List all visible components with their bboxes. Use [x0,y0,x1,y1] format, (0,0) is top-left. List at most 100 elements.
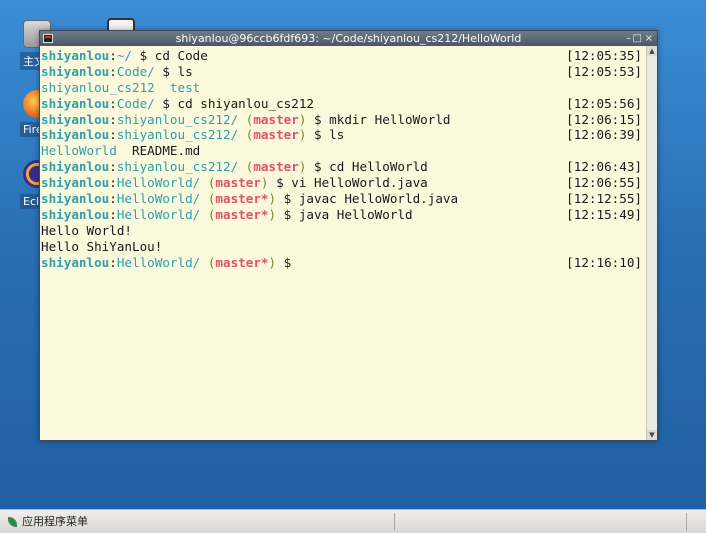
command-timestamp: [12:06:55] [566,175,642,191]
terminal-text-segment: : [109,127,117,143]
terminal-text-segment: master* [215,191,269,207]
terminal-line: shiyanlou:HelloWorld/ (master*) $ java H… [41,207,644,223]
terminal-text-segment: shiyanlou [41,254,110,270]
terminal-text-segment: master [253,127,299,143]
terminal-text-segment: : [109,95,117,111]
terminal-text-segment: ( [200,254,216,270]
scroll-up-arrow-icon[interactable]: ▲ [647,46,657,56]
close-button[interactable]: × [645,31,653,46]
terminal-line: shiyanlou:Code/ $ ls [12:05:53] [41,64,644,80]
applications-menu-label: 应用程序菜单 [22,515,88,528]
terminal-text-segment: $ [276,254,292,270]
command-timestamp: [12:06:43] [566,159,642,175]
command-timestamp: [12:15:49] [566,206,642,222]
terminal-line: shiyanlou:~/ $ cd Code [12:05:35] [41,48,644,64]
terminal-text-segment: ~/ [116,48,133,63]
terminal-text-segment: shiyanlou [41,63,110,79]
terminal-text-segment: shiyanlou [41,206,110,222]
command-timestamp: [12:05:53] [566,63,642,79]
terminal-text-segment: shiyanlou [41,48,110,63]
terminal-text-segment: shiyanlou [41,159,110,175]
terminal-line: shiyanlou:shiyanlou_cs212/ (master) $ ls… [41,127,644,143]
terminal-text-segment: HelloWorld [41,143,117,159]
terminal-text-segment: shiyanlou [41,191,110,207]
terminal-text-segment: Code/ [116,95,155,111]
command-timestamp: [12:16:10] [566,254,642,270]
terminal-text-segment: ) [268,206,277,222]
terminal-output[interactable]: shiyanlou:~/ $ cd Code [12:05:35] shiyanlo… [40,46,646,440]
terminal-text-segment: : [109,159,117,175]
terminal-text-segment: ( [238,111,254,127]
terminal-text-segment: master [253,111,299,127]
terminal-line: shiyanlou:HelloWorld/ (master*) $ [12:16:… [41,255,644,271]
terminal-text-segment: $ ls [306,127,345,143]
terminal-text-segment: $ cd HelloWorld [306,159,428,175]
terminal-text-segment: ) [268,254,277,270]
terminal-text-segment: HelloWorld/ [116,206,201,222]
terminal-text-segment: : [109,175,117,191]
terminal-text-segment: ( [238,127,254,143]
taskbar-separator [686,513,687,531]
terminal-text-segment: $ mkdir HelloWorld [306,111,451,127]
minimize-button[interactable]: – [626,31,631,46]
terminal-text-segment: shiyanlou_cs212 [41,79,155,95]
scroll-down-arrow-icon[interactable]: ▼ [647,430,657,440]
command-timestamp: [12:12:55] [566,191,642,207]
terminal-line: HelloWorld README.md [41,143,644,159]
terminal-text-segment: ( [200,191,216,207]
terminal-line: Hello ShiYanLou! [41,239,644,255]
terminal-text-segment: shiyanlou [41,111,110,127]
terminal-text-segment: master* [215,254,269,270]
terminal-text-segment: : [109,191,117,207]
terminal-text-segment: shiyanlou [41,95,110,111]
window-title: shiyanlou@96ccb6fdf693: ~/Code/shiyanlou… [175,32,522,45]
terminal-text-segment: ( [200,175,216,191]
command-timestamp: [12:06:15] [566,111,642,127]
terminal-text-segment: master* [215,206,269,222]
terminal-text-segment: Hello World! [41,222,132,238]
terminal-line: shiyanlou:HelloWorld/ (master*) $ javac … [41,191,644,207]
taskbar: 应用程序菜单 [0,509,706,533]
terminal-text-segment: test [169,79,201,95]
terminal-line: shiyanlou:HelloWorld/ (master) $ vi Hell… [41,175,644,191]
window-titlebar[interactable]: shiyanlou@96ccb6fdf693: ~/Code/shiyanlou… [40,31,657,46]
terminal-text-segment: $ javac HelloWorld.java [276,191,459,207]
terminal-text-segment: : [109,63,117,79]
terminal-text-segment: $ vi HelloWorld.java [268,175,428,191]
terminal-text-segment: : [109,206,117,222]
applications-menu-button[interactable]: 应用程序菜单 [6,514,88,530]
taskbar-separator [394,513,395,531]
terminal-text-segment: $ cd Code [132,48,208,63]
terminal-line: shiyanlou:shiyanlou_cs212/ (master) $ mk… [41,112,644,128]
terminal-text-segment: ( [238,159,254,175]
terminal-text-segment: HelloWorld/ [116,254,201,270]
terminal-text-segment: Hello ShiYanLou! [41,238,163,254]
terminal-text-segment: $ java HelloWorld [276,206,413,222]
terminal-text-segment: master [215,175,261,191]
terminal-text-segment: Code/ [116,63,155,79]
terminal-text-segment: master [253,159,299,175]
terminal-window[interactable]: shiyanlou@96ccb6fdf693: ~/Code/shiyanlou… [39,30,658,441]
leaf-logo-icon [8,517,17,527]
terminal-text-segment: ) [260,175,269,191]
terminal-text-segment: shiyanlou_cs212/ [116,127,239,143]
vertical-scrollbar[interactable]: ▲ ▼ [646,46,657,440]
terminal-text-segment: $ cd shiyanlou_cs212 [154,95,314,111]
terminal-text-segment: : [109,254,117,270]
terminal-text-segment: HelloWorld/ [116,175,201,191]
maximize-button[interactable]: □ [633,31,642,46]
terminal-line: Hello World! [41,223,644,239]
terminal-text-segment: shiyanlou [41,175,110,191]
terminal-text-segment: shiyanlou_cs212/ [116,159,239,175]
terminal-text-segment: README.md [116,143,201,159]
terminal-text-segment: : [109,48,117,63]
command-timestamp: [12:06:39] [566,127,642,143]
terminal-line: shiyanlou_cs212 test [41,80,644,96]
terminal-text-segment: shiyanlou_cs212/ [116,111,239,127]
terminal-line: shiyanlou:Code/ $ cd shiyanlou_cs212 [12:… [41,96,644,112]
command-timestamp: [12:05:35] [566,48,642,63]
terminal-window-icon[interactable] [43,34,53,43]
command-timestamp: [12:05:56] [566,95,642,111]
terminal-text-segment: $ ls [154,63,193,79]
